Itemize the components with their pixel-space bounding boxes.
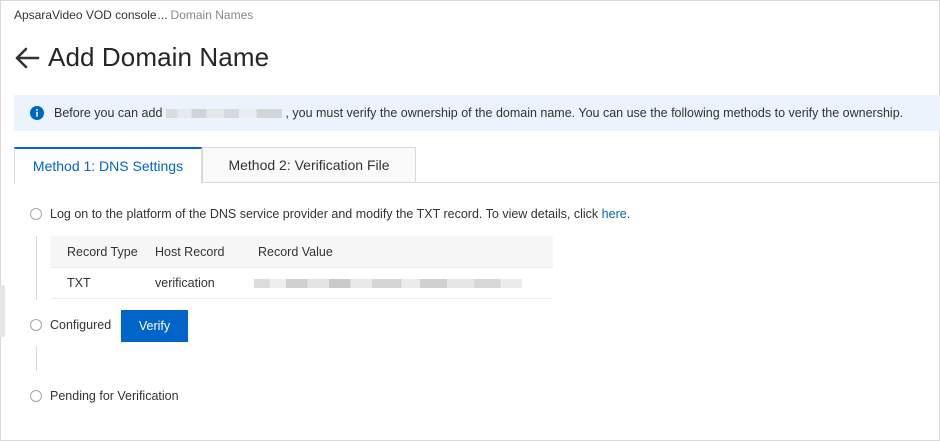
- here-link[interactable]: here: [602, 207, 627, 221]
- step-configured: Configured: [30, 318, 111, 332]
- header-record-type: Record Type: [67, 244, 138, 259]
- arrow-left-icon[interactable]: [14, 45, 40, 71]
- tab-verification-file[interactable]: Method 2: Verification File: [202, 147, 416, 183]
- step2-radio[interactable]: [30, 319, 42, 331]
- verify-button[interactable]: Verify: [121, 310, 188, 342]
- step3-radio[interactable]: [30, 390, 42, 402]
- cell-record-value: [254, 276, 553, 290]
- step3-label: Pending for Verification: [50, 389, 179, 403]
- step1-text: Log on to the platform of the DNS servic…: [50, 207, 599, 221]
- notice-text-before: Before you can add: [54, 106, 163, 120]
- header-host-record: Host Record: [155, 244, 225, 259]
- table-row: TXT verification: [51, 267, 553, 299]
- step-dns-record: Log on to the platform of the DNS servic…: [30, 207, 630, 221]
- page-title: Add Domain Name: [48, 42, 270, 72]
- method-tabs: Method 1: DNS Settings Method 2: Verific…: [14, 147, 940, 184]
- breadcrumb: ApsaraVideo VOD console ... Domain Names: [14, 8, 253, 22]
- notice-text-after: , you must verify the ownership of the d…: [285, 106, 904, 120]
- page-header: Add Domain Name: [14, 42, 269, 73]
- side-panel-handle[interactable]: [0, 285, 5, 337]
- step2-label: Configured: [50, 318, 112, 332]
- step-connector: [36, 236, 37, 300]
- tab-dns-settings[interactable]: Method 1: DNS Settings: [14, 147, 202, 184]
- record-table: Record Type Host Record Record Value TXT…: [51, 236, 553, 299]
- info-notice: Before you can add , you must verify the…: [14, 95, 940, 131]
- step-pending: Pending for Verification: [30, 389, 179, 403]
- step1-radio[interactable]: [30, 208, 42, 220]
- redacted-record-value: [254, 279, 522, 289]
- redacted-domain: [166, 108, 283, 118]
- header-record-value: Record Value: [258, 244, 333, 259]
- cell-record-type: TXT: [67, 276, 91, 290]
- breadcrumb-separator: ...: [157, 8, 168, 22]
- table-header: Record Type Host Record Record Value: [51, 236, 553, 267]
- step-connector: [36, 346, 37, 371]
- breadcrumb-root[interactable]: ApsaraVideo VOD console: [14, 8, 157, 22]
- breadcrumb-current: Domain Names: [170, 8, 254, 22]
- cell-host-record: verification: [155, 276, 215, 290]
- info-circle-icon: [30, 106, 44, 120]
- step1-suffix: .: [626, 207, 631, 221]
